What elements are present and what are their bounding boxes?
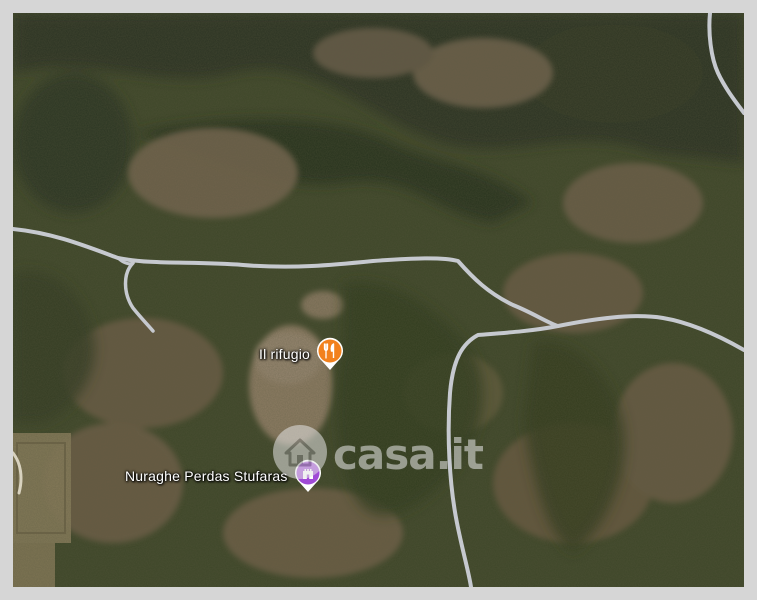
poi-label: Nuraghe Perdas Stufaras bbox=[125, 468, 288, 484]
house-icon bbox=[271, 423, 329, 486]
poi-il-rifugio[interactable]: Il rifugio bbox=[259, 337, 344, 371]
satellite-map[interactable]: Il rifugio Nuraghe Perdas Stufaras casa.… bbox=[13, 13, 744, 587]
satellite-terrain bbox=[13, 13, 744, 587]
restaurant-fork-knife-icon[interactable] bbox=[316, 337, 344, 371]
watermark-text: casa.it bbox=[333, 430, 484, 479]
poi-label: Il rifugio bbox=[259, 346, 311, 362]
casa-it-watermark: casa.it bbox=[271, 423, 484, 486]
